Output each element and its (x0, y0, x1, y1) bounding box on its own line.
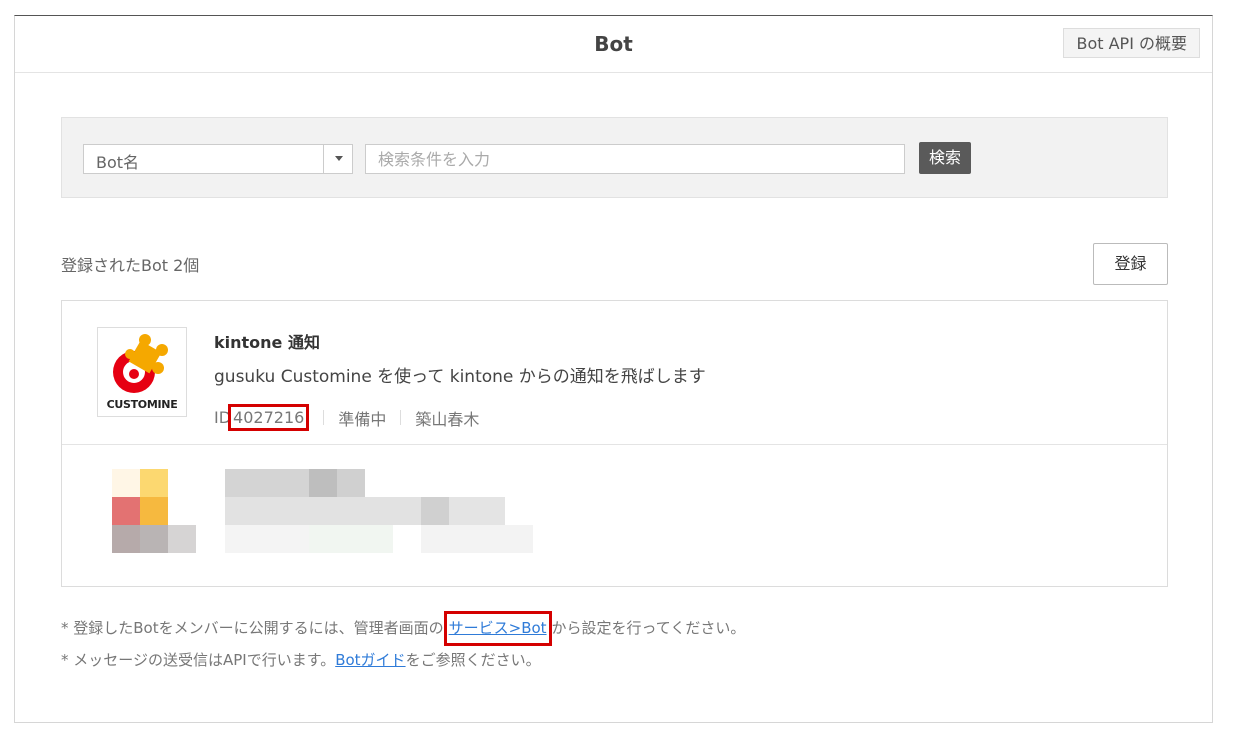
bot-guide-link[interactable]: Botガイド (335, 651, 405, 669)
select-divider (323, 145, 324, 173)
bot-meta: ID 4027216 準備中 築山春木 (214, 404, 479, 431)
service-bot-link[interactable]: サービス>Bot (449, 619, 547, 637)
list-item[interactable]: CUSTOMINE kintone 通知 gusuku Customine を使… (62, 301, 1167, 445)
notes: * 登録したBotをメンバーに公開するには、管理者画面の サービス>Bot から設定… (61, 611, 745, 675)
bot-owner: 築山春木 (415, 409, 480, 429)
note-1-prefix: * 登録したBotをメンバーに公開するには、管理者画面の (61, 619, 444, 637)
puzzle-logo-icon (113, 334, 168, 393)
registered-bot-count: 登録されたBot 2個 (61, 256, 200, 275)
note-2-prefix: * メッセージの送受信はAPIで行います。 (61, 651, 336, 669)
page-title: Bot (594, 32, 633, 56)
meta-divider (400, 410, 402, 425)
bot-list: CUSTOMINE kintone 通知 gusuku Customine を使… (61, 300, 1168, 587)
service-bot-link-highlight: サービス>Bot (443, 611, 552, 646)
bot-id: 4027216 (228, 404, 310, 431)
logo-text: CUSTOMINE (106, 398, 178, 411)
search-button[interactable]: 検索 (919, 142, 971, 174)
meta-divider (323, 410, 325, 425)
customine-logo: CUSTOMINE (97, 327, 187, 417)
search-input[interactable] (365, 144, 905, 174)
bot-api-overview-button[interactable]: Bot API の概要 (1063, 28, 1200, 58)
note-1-suffix: から設定を行ってください。 (551, 619, 746, 637)
bot-description: gusuku Customine を使って kintone からの通知を飛ばしま… (214, 367, 706, 387)
search-area: Bot名 検索 (61, 117, 1168, 198)
note-line-2: * メッセージの送受信はAPIで行います。Botガイドをご参照ください。 (61, 646, 745, 675)
search-field-value: Bot名 (96, 153, 140, 172)
search-field-select[interactable]: Bot名 (83, 144, 353, 174)
page-header: Bot Bot API の概要 (15, 16, 1212, 73)
list-item-blurred[interactable] (62, 444, 1167, 586)
bot-status: 準備中 (338, 409, 387, 429)
register-button[interactable]: 登録 (1093, 243, 1168, 285)
bot-name[interactable]: kintone 通知 (214, 329, 320, 353)
note-2-suffix: をご参照ください。 (405, 651, 541, 669)
chevron-down-icon[interactable] (335, 156, 343, 161)
note-line-1: * 登録したBotをメンバーに公開するには、管理者画面の サービス>Bot から設定… (61, 611, 745, 646)
